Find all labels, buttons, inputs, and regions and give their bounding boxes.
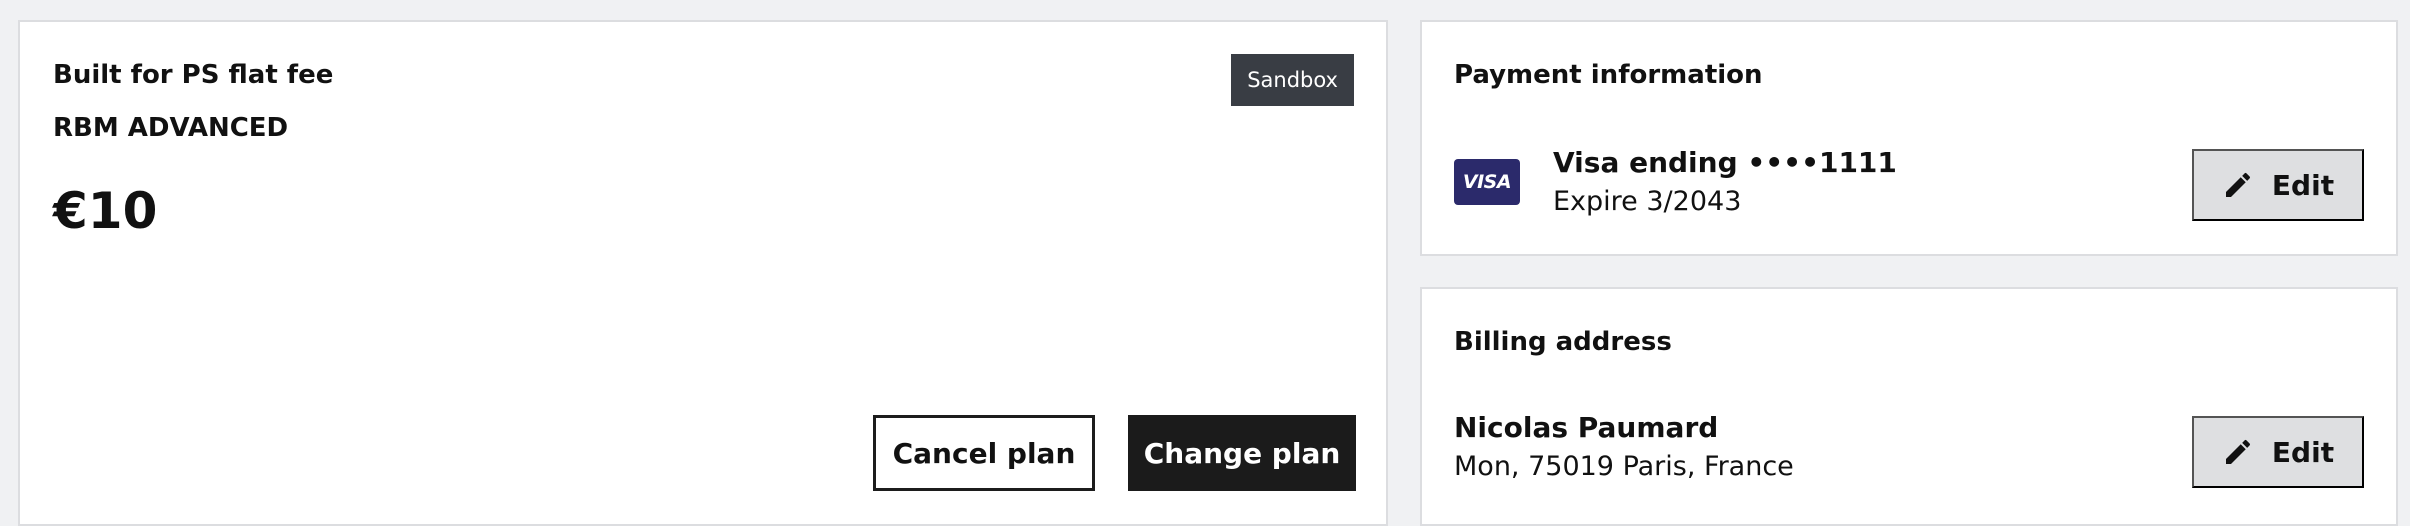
edit-payment-button[interactable]: Edit — [2192, 149, 2364, 221]
billing-name: Nicolas Paumard — [1454, 411, 1719, 444]
edit-billing-label: Edit — [2271, 435, 2335, 469]
change-plan-button[interactable]: Change plan — [1128, 415, 1356, 491]
edit-billing-button[interactable]: Edit — [2192, 416, 2364, 488]
payment-card: Payment information VISA Visa ending •••… — [1420, 20, 2398, 256]
billing-card: Billing address Nicolas Paumard Mon, 750… — [1420, 287, 2398, 526]
card-number-text: Visa ending ••••1111 — [1553, 146, 1897, 179]
cancel-plan-button[interactable]: Cancel plan — [873, 415, 1095, 491]
pencil-icon — [2225, 172, 2250, 197]
payment-title: Payment information — [1454, 60, 1763, 90]
edit-payment-label: Edit — [2271, 168, 2335, 202]
plan-card: Built for PS flat fee RBM ADVANCED €10 S… — [18, 20, 1388, 526]
card-expiry-text: Expire 3/2043 — [1553, 186, 1742, 217]
billing-title: Billing address — [1454, 327, 1672, 357]
plan-tier: RBM ADVANCED — [53, 113, 289, 143]
billing-address: Mon, 75019 Paris, France — [1454, 451, 1794, 482]
plan-price: €10 — [53, 182, 158, 240]
plan-name: Built for PS flat fee — [53, 60, 334, 90]
pencil-icon — [2225, 439, 2250, 464]
sandbox-badge: Sandbox — [1231, 54, 1354, 106]
visa-logo: VISA — [1454, 159, 1520, 205]
